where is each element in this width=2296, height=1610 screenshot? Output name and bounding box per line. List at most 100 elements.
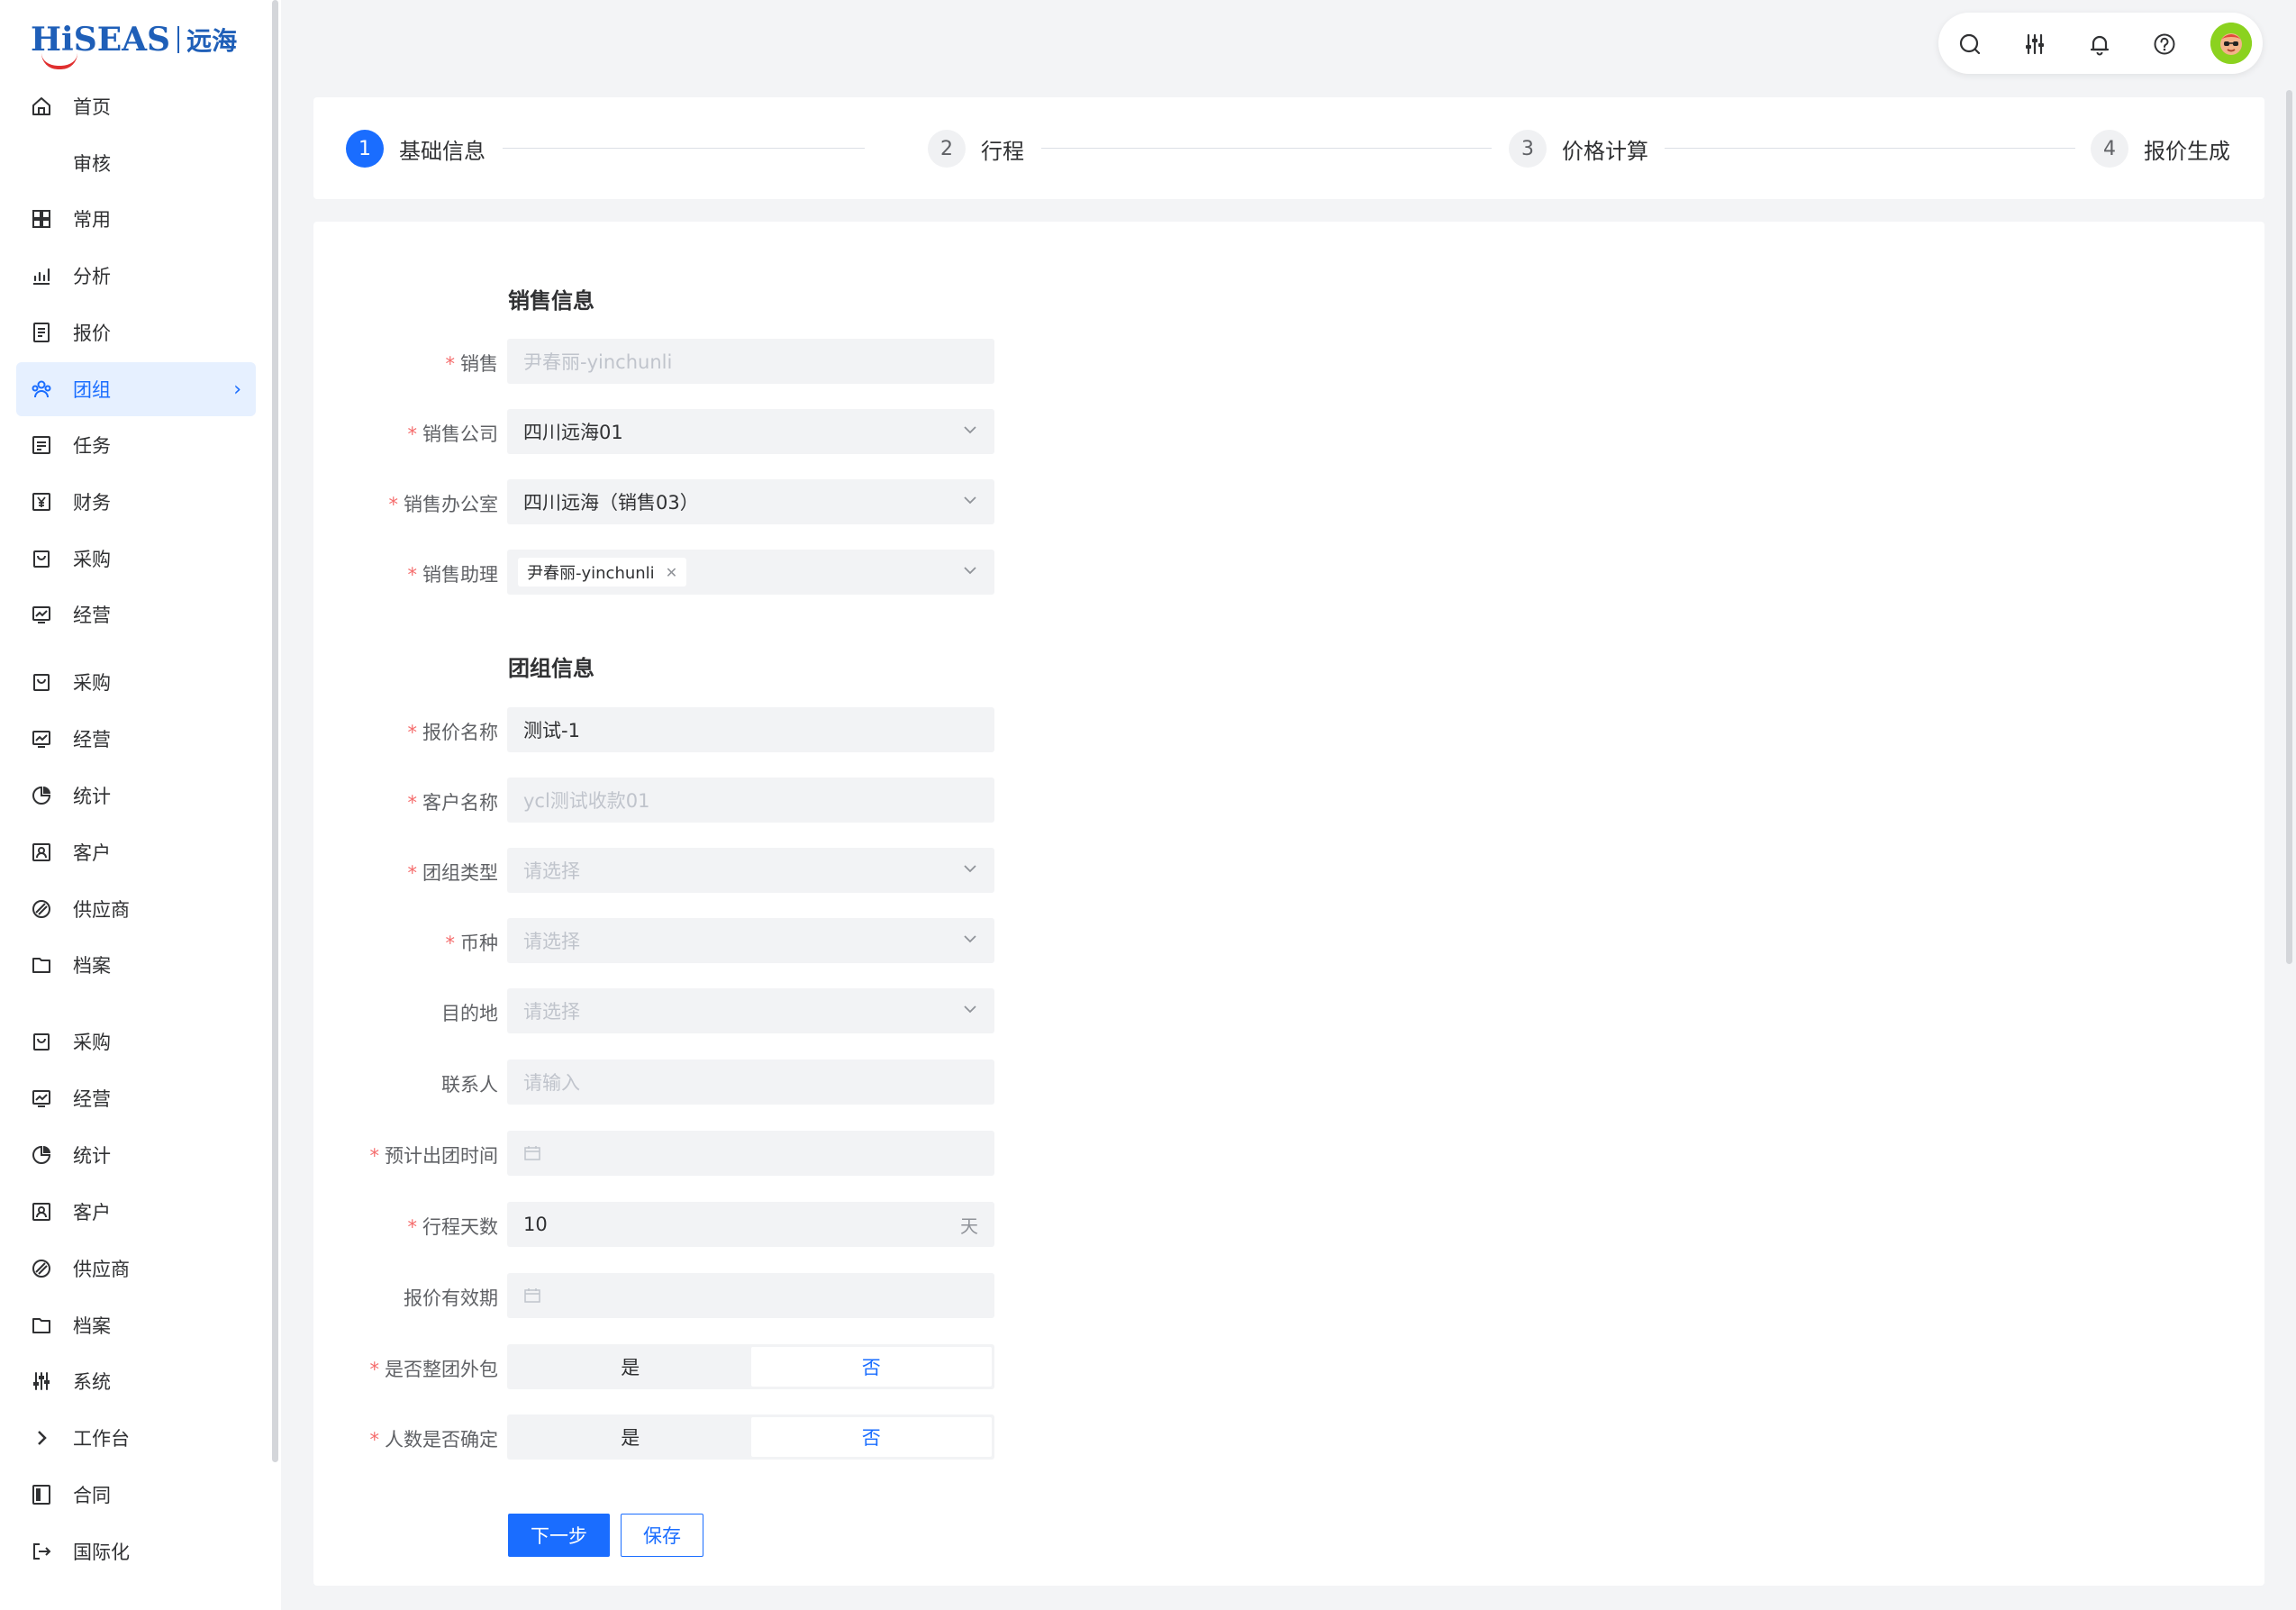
search-icon[interactable] [1958, 32, 1982, 56]
sidebar-item-label: 供应商 [73, 1259, 130, 1280]
chevron-down-icon [964, 567, 976, 575]
sidebar-item[interactable]: 经营 [16, 1071, 256, 1125]
departure-date-picker[interactable] [507, 1131, 994, 1176]
pie-icon [31, 785, 52, 806]
sidebar-item[interactable]: 采购 [16, 532, 256, 586]
step-number: 2 [928, 130, 966, 168]
headcount-yes[interactable]: 是 [510, 1417, 751, 1457]
currency-select[interactable]: 请选择 [507, 918, 994, 963]
sidebar-item[interactable]: 团组 › [16, 362, 256, 416]
sidebar-item[interactable]: 国际化 [16, 1524, 256, 1578]
outsource-no[interactable]: 否 [750, 1347, 992, 1387]
headcount-label: * 人数是否确定 [369, 1429, 499, 1451]
sidebar-item-label: 供应商 [73, 899, 130, 921]
user-avatar[interactable] [2210, 23, 2252, 64]
sidebar-item[interactable]: 供应商 [16, 1242, 256, 1296]
selected-tag: 尹春丽-yinchunli ✕ [518, 558, 687, 587]
sidebar-item[interactable]: 任务 [16, 418, 256, 472]
sales-assistant-select[interactable]: 尹春丽-yinchunli ✕ [507, 550, 994, 595]
outsource-yes[interactable]: 是 [510, 1347, 751, 1387]
sidebar-item[interactable]: 采购 [16, 655, 256, 709]
sales-office-select[interactable]: 四川远海（销售03） [507, 479, 994, 524]
sidebar-item-label: 合同 [73, 1485, 111, 1506]
headcount-no[interactable]: 否 [750, 1417, 992, 1457]
chart-icon [31, 265, 52, 287]
sidebar-item[interactable]: 统计 [16, 769, 256, 823]
sidebar-item-label: 财务 [73, 492, 111, 514]
sidebar-item[interactable]: 档案 [16, 938, 256, 992]
step-itinerary[interactable]: 2 行程 [928, 130, 1024, 168]
sales-company-select[interactable]: 四川远海01 [507, 409, 994, 454]
calendar-icon [524, 1288, 540, 1303]
sidebar-item[interactable]: 统计 [16, 1128, 256, 1182]
sidebar-item[interactable]: 工作台 [16, 1411, 256, 1465]
quote-valid-picker[interactable] [507, 1273, 994, 1318]
bag-icon [31, 671, 52, 693]
next-step-button[interactable]: 下一步 [508, 1514, 610, 1557]
quote-name-label: * 报价名称 [407, 722, 499, 743]
step-quote-generation[interactable]: 4 报价生成 [2091, 130, 2230, 168]
sidebar-item[interactable]: 客户 [16, 825, 256, 879]
step-number: 3 [1509, 130, 1547, 168]
sidebar-item-label: 客户 [73, 1202, 111, 1223]
step-connector [1665, 148, 2075, 149]
sidebar-item[interactable]: 分析 [16, 249, 256, 303]
monitor-icon [31, 728, 52, 750]
group-icon [31, 378, 52, 400]
sidebar-item[interactable]: 经营 [16, 587, 256, 641]
sidebar-item[interactable]: 财务 [16, 475, 256, 529]
task-icon [31, 434, 52, 456]
sidebar-item[interactable]: 审核 [16, 136, 256, 190]
group-type-select[interactable]: 请选择 [507, 848, 994, 893]
destination-select[interactable]: 请选择 [507, 988, 994, 1033]
save-button[interactable]: 保存 [621, 1514, 703, 1557]
sidebar-item-label: 采购 [73, 549, 111, 570]
trip-days-input[interactable]: 10 天 [507, 1202, 994, 1247]
trip-days-label: * 行程天数 [407, 1216, 499, 1238]
sales-field[interactable]: 尹春丽-yinchunli [507, 339, 994, 384]
sales-assistant-label: * 销售助理 [407, 564, 499, 586]
customer-name-field[interactable]: ycl测试收款01 [507, 778, 994, 823]
sliders-icon[interactable] [2023, 32, 2046, 56]
group-type-label: * 团组类型 [407, 862, 499, 884]
topbar-actions [1938, 13, 2263, 74]
chevron-down-icon [964, 496, 976, 505]
step-label: 报价生成 [2144, 138, 2230, 164]
sidebar-item[interactable]: 经营 [16, 712, 256, 766]
sidebar-item[interactable]: 系统 [16, 1354, 256, 1408]
folder-icon [31, 1314, 52, 1336]
step-price-calc[interactable]: 3 价格计算 [1509, 130, 1648, 168]
bag-icon [31, 1031, 52, 1052]
sidebar-item-label: 报价 [73, 323, 111, 344]
sidebar-item[interactable]: 首页 [16, 79, 256, 133]
contact-input[interactable]: 请输入 [507, 1060, 994, 1105]
sales-label: * 销售 [445, 353, 499, 375]
sidebar-item[interactable]: 合同 [16, 1468, 256, 1522]
sidebar-item-label: 经营 [73, 1088, 111, 1110]
brand-logo[interactable]: HiSEAS 远海 [31, 13, 237, 69]
help-icon[interactable] [2153, 32, 2176, 56]
sidebar-item[interactable]: 档案 [16, 1298, 256, 1352]
bell-icon[interactable] [2088, 32, 2111, 56]
outsource-radio-group: 是 否 [507, 1344, 994, 1389]
close-icon[interactable]: ✕ [666, 564, 677, 581]
logo-smile-mark [41, 53, 77, 69]
sidebar-item[interactable]: 供应商 [16, 882, 256, 936]
step-label: 基础信息 [399, 138, 486, 164]
sidebar-item-label: 经营 [73, 729, 111, 750]
sidebar-scrollbar[interactable] [272, 0, 278, 1462]
destination-label: 目的地 [441, 1003, 498, 1024]
sidebar-item[interactable]: 客户 [16, 1185, 256, 1239]
sidebar-item[interactable]: 采购 [16, 1014, 256, 1069]
step-label: 价格计算 [1562, 138, 1648, 164]
quote-name-input[interactable]: 测试-1 [507, 707, 994, 752]
sidebar-item[interactable]: 报价 [16, 305, 256, 359]
main-scrollbar[interactable] [2286, 90, 2292, 964]
sidebar-item[interactable]: 常用 [16, 192, 256, 246]
home-icon [31, 96, 52, 117]
departure-date-label: * 预计出团时间 [369, 1145, 499, 1167]
step-basic-info[interactable]: 1 基础信息 [346, 130, 486, 168]
chevron-down-icon [964, 426, 976, 434]
sidebar-item-label: 客户 [73, 842, 111, 864]
sidebar-item-label: 档案 [73, 955, 111, 977]
